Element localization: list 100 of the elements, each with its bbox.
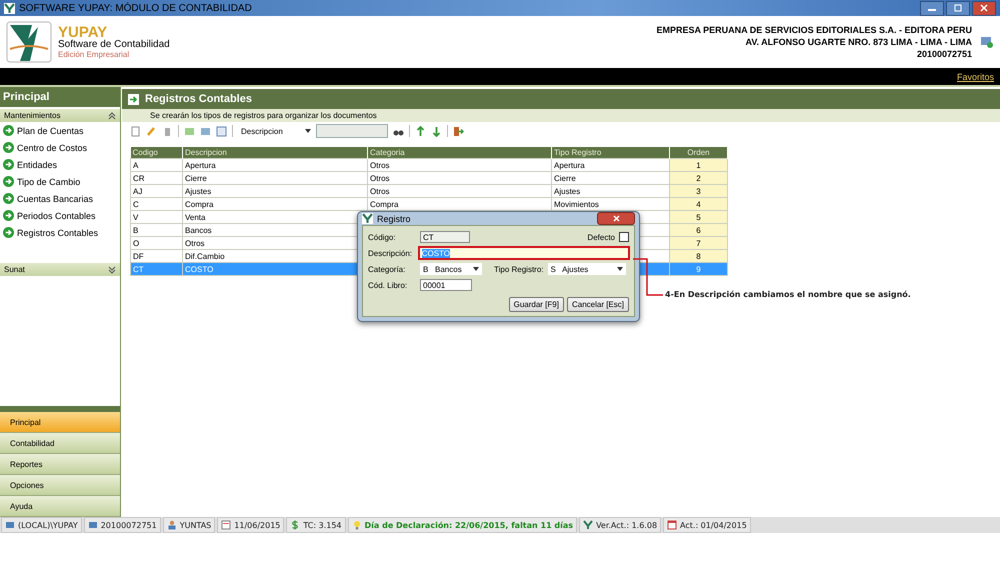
- column-header[interactable]: Codigo: [130, 147, 182, 158]
- checkbox[interactable]: [619, 232, 629, 242]
- table-cell: Cierre: [552, 172, 670, 184]
- table-cell: B: [130, 224, 182, 236]
- arrow-icon: [3, 125, 14, 136]
- status-item: Ver.Act.: 1.6.08: [579, 517, 662, 533]
- dialog-title: Registro: [377, 214, 411, 224]
- status-item: 11/06/2015: [217, 517, 284, 533]
- nav-button[interactable]: Principal: [0, 412, 120, 433]
- table-cell: 9: [670, 262, 728, 276]
- status-item: YUNTAS: [162, 517, 216, 533]
- nav-button[interactable]: Reportes: [0, 454, 120, 475]
- sidebar-item[interactable]: Entidades: [0, 156, 120, 173]
- sidebar-item[interactable]: Periodos Contables: [0, 207, 120, 224]
- status-item: Día de Declaración: 22/06/2015, faltan 11 días: [348, 517, 578, 533]
- chevron-down-icon: [108, 266, 116, 274]
- favorites-link[interactable]: Favoritos: [956, 72, 994, 82]
- save-button[interactable]: Guardar [F9]: [508, 297, 564, 312]
- caret-icon: [305, 129, 311, 133]
- panel-title: Registros Contables: [145, 93, 252, 105]
- table-cell: 2: [670, 172, 728, 184]
- chevron-up-icon: [108, 112, 116, 120]
- restore-button[interactable]: [946, 0, 970, 16]
- close-icon: [612, 215, 620, 222]
- exit-door-icon[interactable]: [453, 126, 464, 136]
- server-icon: [5, 520, 15, 530]
- table-cell: Cierre: [182, 172, 368, 184]
- table-cell: O: [130, 236, 182, 250]
- close-icon: [980, 4, 988, 12]
- column-header[interactable]: Categoria: [368, 147, 552, 158]
- minimize-button[interactable]: [920, 0, 944, 16]
- arrow-icon: [3, 142, 14, 153]
- sidebar-item[interactable]: Registros Contables: [0, 224, 120, 241]
- table-cell: CR: [130, 172, 182, 184]
- arrow-icon: [3, 227, 14, 238]
- lightbulb-icon: [352, 520, 362, 530]
- network-icon[interactable]: [980, 35, 994, 49]
- close-button[interactable]: [597, 212, 635, 225]
- nav-button[interactable]: Ayuda: [0, 496, 120, 517]
- calendar-icon: [221, 520, 232, 530]
- sidebar-title: Principal: [0, 87, 120, 107]
- arrow-icon: [3, 159, 14, 170]
- table-cell: AJ: [130, 184, 182, 198]
- table-cell: 3: [670, 184, 728, 198]
- table-cell: Compra: [368, 198, 552, 210]
- new-document-icon[interactable]: [130, 126, 141, 136]
- table-cell: Otros: [368, 184, 552, 198]
- table-cell: Ajustes: [182, 184, 368, 198]
- column-header[interactable]: Orden: [670, 147, 728, 158]
- arrow-icon: [128, 94, 139, 104]
- window-icon[interactable]: [216, 126, 227, 136]
- logo-icon: [362, 213, 373, 224]
- sidebar-item[interactable]: Centro de Costos: [0, 139, 120, 156]
- section-header[interactable]: Mantenimientos: [0, 109, 120, 122]
- section-header[interactable]: Sunat: [0, 263, 120, 276]
- sidebar-item[interactable]: Cuentas Bancarias: [0, 190, 120, 207]
- table-cell: Otros: [368, 158, 552, 172]
- table-cell: Apertura: [182, 158, 368, 172]
- sidebar-item[interactable]: Plan de Cuentas: [0, 122, 120, 139]
- column-header[interactable]: Tipo Registro: [552, 147, 670, 158]
- field-label: Defecto: [587, 232, 615, 242]
- category-dropdown[interactable]: B Bancos: [420, 263, 482, 275]
- table-cell: Movimientos: [552, 198, 670, 210]
- table-cell: DF: [130, 250, 182, 262]
- arrow-icon: [3, 210, 14, 221]
- cancel-button[interactable]: Cancelar [Esc]: [566, 297, 629, 312]
- table-cell: Ajustes: [552, 184, 670, 198]
- arrow-up-icon[interactable]: [415, 126, 426, 136]
- field-label: Cód. Libro:: [368, 280, 408, 290]
- brand-name: YUPAY: [58, 24, 108, 40]
- table-cell: Otros: [368, 172, 552, 184]
- field-label: Tipo Registro:: [494, 264, 544, 274]
- table-cell: 5: [670, 210, 728, 224]
- field-label: Categoría:: [368, 264, 406, 274]
- table-cell: C: [130, 198, 182, 210]
- company-info: AV. ALFONSO UGARTE NRO. 873 LIMA - LIMA - LIMA: [745, 36, 972, 48]
- close-button[interactable]: [972, 0, 996, 16]
- table-cell: A: [130, 158, 182, 172]
- type-dropdown[interactable]: S Ajustes: [548, 263, 626, 275]
- nav-button[interactable]: Contabilidad: [0, 433, 120, 454]
- product-name: Software de Contabilidad: [58, 40, 170, 51]
- column-header[interactable]: Descripcion: [182, 147, 368, 158]
- table-cell: Apertura: [552, 158, 670, 172]
- search-field-dropdown[interactable]: Descripcion: [238, 125, 311, 137]
- arrow-icon: [3, 176, 14, 187]
- status-item: (LOCAL)\YUPAY: [1, 517, 82, 533]
- search-input[interactable]: [316, 124, 388, 138]
- status-item: 20100072751: [84, 517, 161, 533]
- pencil-icon[interactable]: [146, 126, 157, 136]
- arrow-down-icon[interactable]: [431, 126, 442, 136]
- calendar-icon: [667, 520, 678, 530]
- user-icon: [166, 520, 177, 530]
- company-info: 20100072751: [916, 48, 972, 60]
- code-field[interactable]: CT: [420, 231, 470, 243]
- edition-label: Edición Empresarial: [58, 50, 130, 60]
- status-item: Act.: 01/04/2015: [663, 517, 751, 533]
- sidebar-item[interactable]: Tipo de Cambio: [0, 173, 120, 190]
- book-code-field[interactable]: 00001: [420, 279, 472, 291]
- nav-button[interactable]: Opciones: [0, 475, 120, 496]
- table-cell: 8: [670, 250, 728, 262]
